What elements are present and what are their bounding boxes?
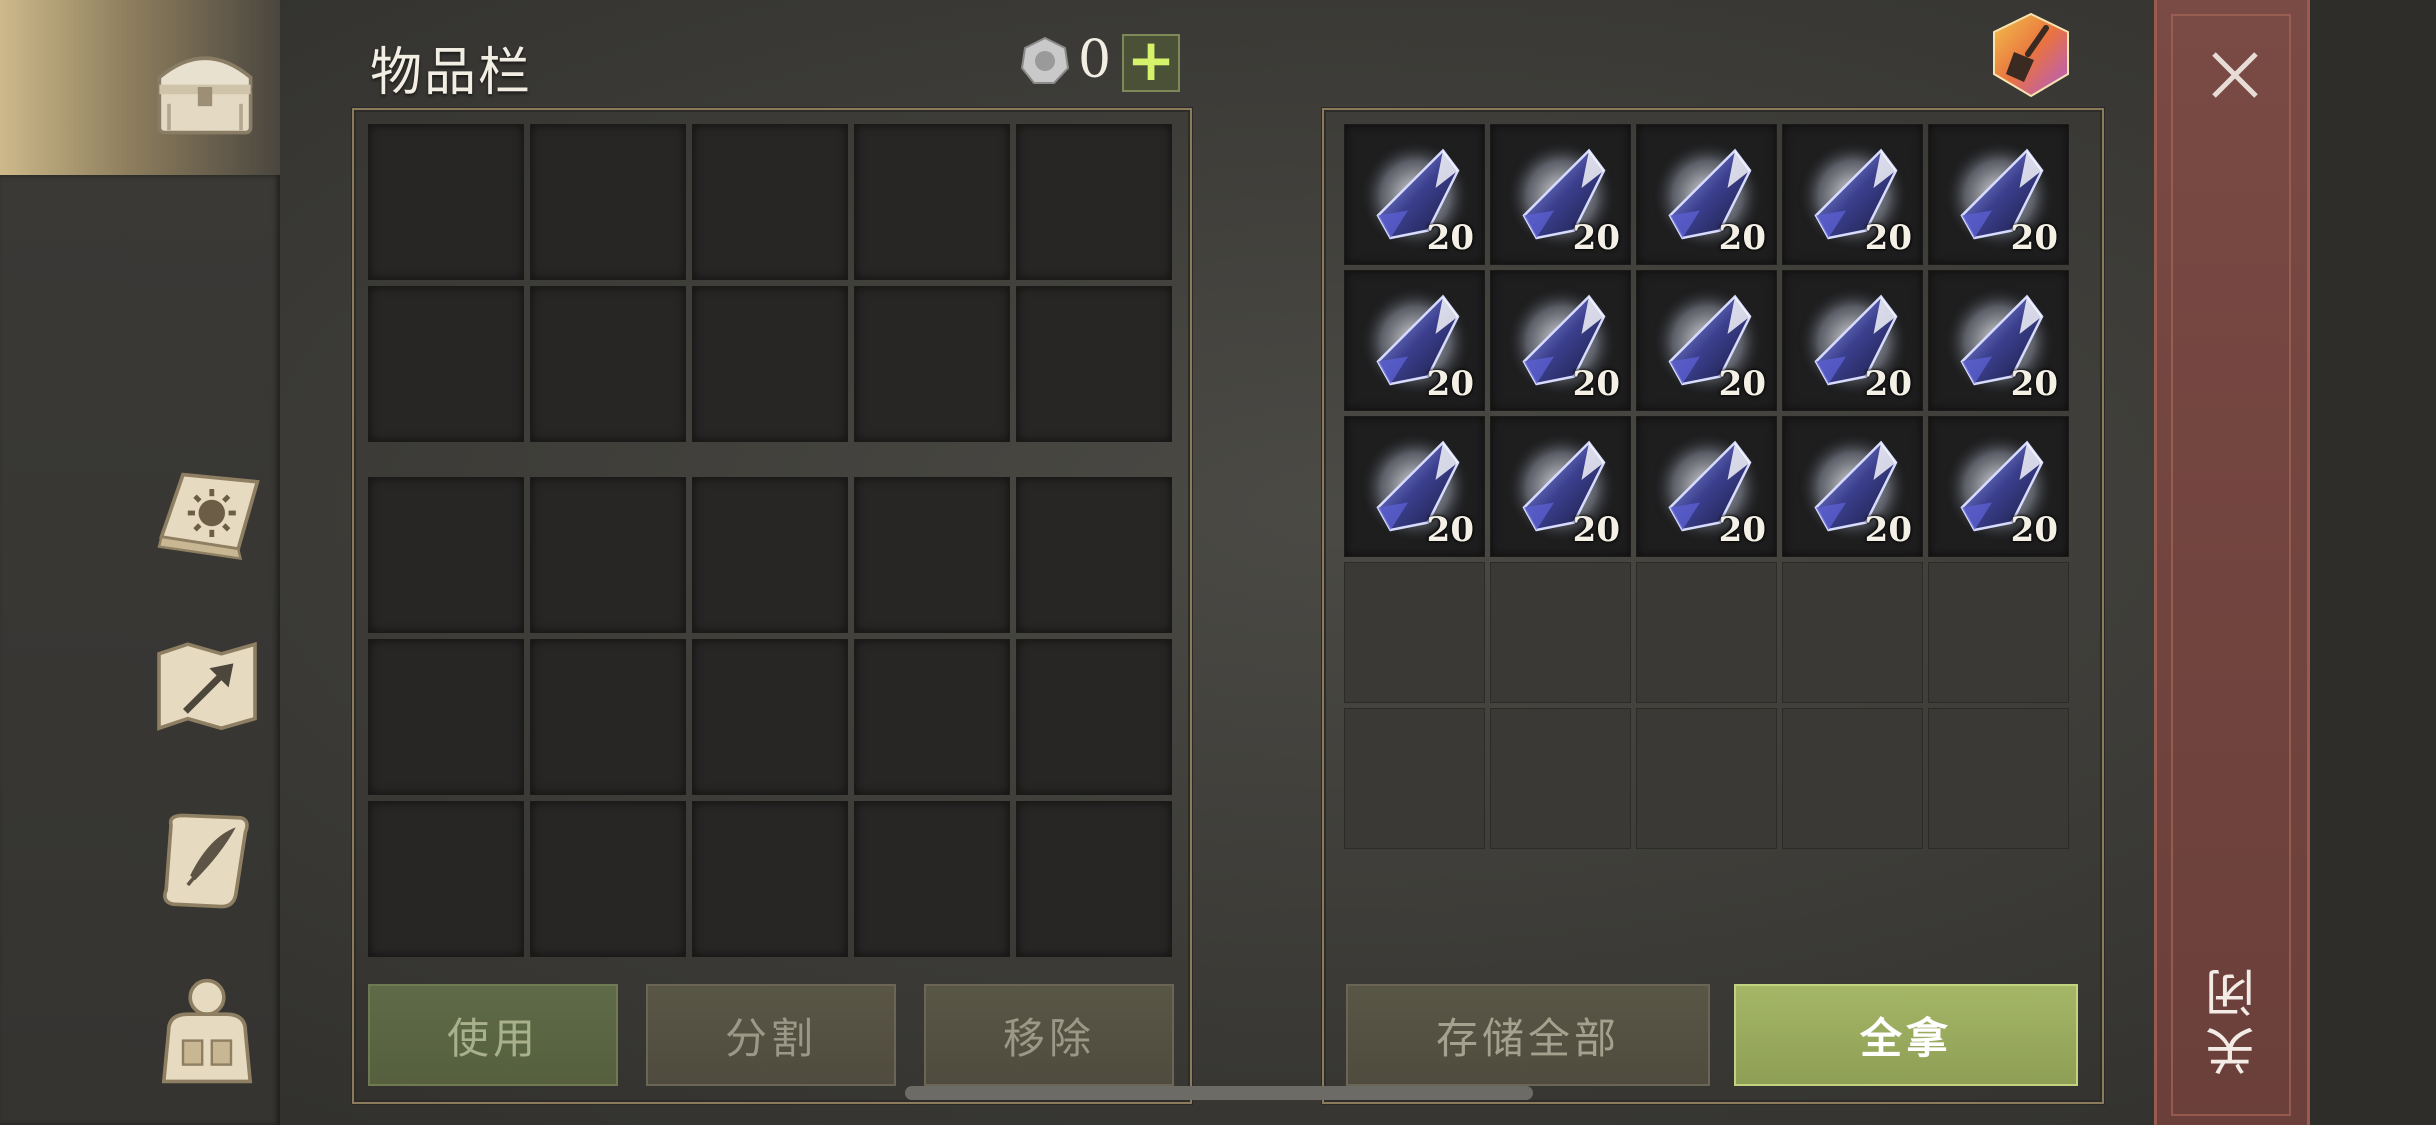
item-count: 20 (2010, 364, 2058, 404)
item-count: 20 (2010, 510, 2058, 550)
container-slot-item[interactable]: 20 (1344, 416, 1485, 557)
chest-icon (157, 56, 253, 135)
container-slot[interactable] (1344, 562, 1485, 703)
inventory-slot[interactable] (854, 124, 1010, 280)
inventory-slot[interactable] (368, 639, 524, 795)
container-slot[interactable] (1636, 562, 1777, 703)
item-count: 20 (1718, 510, 1766, 550)
nav-character-button[interactable] (142, 966, 272, 1096)
inventory-slot[interactable] (854, 286, 1010, 442)
inventory-grid-top (368, 124, 1172, 442)
inventory-slot[interactable] (368, 124, 524, 280)
inventory-slot[interactable] (692, 639, 848, 795)
inventory-slot[interactable] (368, 801, 524, 957)
item-count: 20 (1572, 218, 1620, 258)
map-arrow-icon (157, 641, 257, 731)
inventory-slot[interactable] (368, 477, 524, 633)
inventory-slot[interactable] (1016, 639, 1172, 795)
item-count: 20 (1718, 364, 1766, 404)
nav-chest-button[interactable] (140, 22, 270, 152)
item-count: 20 (1572, 364, 1620, 404)
container-slot-item[interactable]: 20 (1636, 416, 1777, 557)
container-slot[interactable] (1344, 708, 1485, 849)
container-slot-item[interactable]: 20 (1928, 124, 2069, 265)
container-slot-item[interactable]: 20 (1928, 270, 2069, 411)
inventory-slot[interactable] (1016, 801, 1172, 957)
inventory-slot[interactable] (692, 801, 848, 957)
item-count: 20 (1864, 364, 1912, 404)
container-slot-item[interactable]: 20 (1490, 416, 1631, 557)
container-slot-item[interactable]: 20 (1782, 124, 1923, 265)
container-slot-item[interactable]: 20 (1782, 270, 1923, 411)
currency-count: 0 (1078, 30, 1112, 90)
journal-sun-icon (157, 472, 260, 561)
item-count: 20 (1426, 510, 1474, 550)
inventory-slot[interactable] (1016, 477, 1172, 633)
container-slot-item[interactable]: 20 (1636, 124, 1777, 265)
inventory-slot[interactable] (368, 286, 524, 442)
item-count: 20 (1864, 218, 1912, 258)
add-currency-button[interactable]: + (1122, 31, 1180, 92)
item-count: 20 (1864, 510, 1912, 550)
inventory-slot[interactable] (692, 477, 848, 633)
container-slot[interactable] (1490, 708, 1631, 849)
remove-button[interactable]: 移除 (924, 984, 1174, 1086)
container-slot-item[interactable]: 20 (1490, 270, 1631, 411)
right-background-strip (2310, 0, 2436, 1125)
close-icon[interactable] (2200, 40, 2270, 110)
character-backpack-icon (161, 978, 253, 1084)
inventory-slot[interactable] (530, 124, 686, 280)
nav-journal-button[interactable] (142, 448, 272, 578)
use-button[interactable]: 使用 (368, 984, 618, 1086)
item-count: 20 (2010, 218, 2058, 258)
container-slot[interactable] (1928, 708, 2069, 849)
item-count: 20 (1426, 364, 1474, 404)
silver-coin-icon (1020, 36, 1070, 84)
horizontal-scrollbar[interactable] (905, 1086, 1533, 1100)
inventory-slot[interactable] (854, 801, 1010, 957)
container-slot[interactable] (1782, 708, 1923, 849)
container-slot[interactable] (1928, 562, 2069, 703)
inventory-slot[interactable] (692, 286, 848, 442)
side-nav (0, 0, 280, 1125)
container-slot-item[interactable]: 20 (1928, 416, 2069, 557)
close-panel[interactable] (2154, 0, 2310, 1125)
scroll-quill-icon (163, 813, 249, 909)
inventory-slot[interactable] (530, 286, 686, 442)
sort-broom-icon[interactable] (1988, 12, 2074, 98)
store-all-button[interactable]: 存储全部 (1346, 984, 1710, 1086)
inventory-title: 物品栏 (370, 43, 533, 103)
inventory-slot[interactable] (530, 477, 686, 633)
container-slot-item[interactable]: 20 (1344, 124, 1485, 265)
container-slot-item[interactable]: 20 (1490, 124, 1631, 265)
inventory-slot[interactable] (1016, 286, 1172, 442)
inventory-grid-bottom (368, 477, 1172, 957)
container-slot-item[interactable]: 20 (1782, 416, 1923, 557)
container-slot[interactable] (1490, 562, 1631, 703)
take-all-button[interactable]: 全拿 (1734, 984, 2078, 1086)
inventory-slot[interactable] (692, 124, 848, 280)
nav-map-button[interactable] (142, 620, 272, 750)
container-slot-item[interactable]: 20 (1636, 270, 1777, 411)
inventory-slot[interactable] (530, 639, 686, 795)
inventory-slot[interactable] (854, 477, 1010, 633)
nav-scroll-button[interactable] (142, 796, 272, 926)
container-slot-item[interactable]: 20 (1344, 270, 1485, 411)
inventory-slot[interactable] (530, 801, 686, 957)
split-button[interactable]: 分割 (646, 984, 896, 1086)
container-slot[interactable] (1636, 708, 1777, 849)
inventory-slot[interactable] (854, 639, 1010, 795)
container-slot[interactable] (1782, 562, 1923, 703)
item-count: 20 (1426, 218, 1474, 258)
item-count: 20 (1572, 510, 1620, 550)
inventory-slot[interactable] (1016, 124, 1172, 280)
close-button-label[interactable]: 关闭 (2198, 960, 2263, 1076)
container-grid: 20 20 20 20 20 20 20 20 20 20 20 20 20 2… (1344, 124, 2069, 849)
close-panel-border (2171, 14, 2291, 1116)
item-count: 20 (1718, 218, 1766, 258)
